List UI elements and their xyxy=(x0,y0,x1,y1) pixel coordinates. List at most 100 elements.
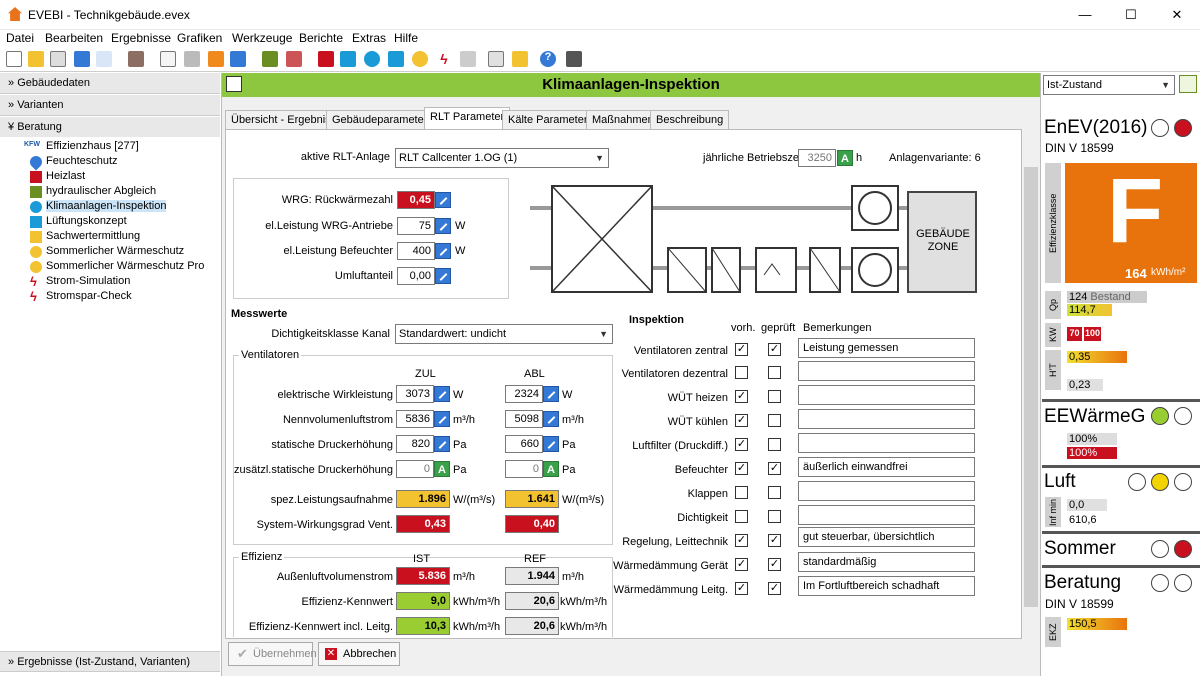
dena-icon[interactable] xyxy=(96,51,112,67)
lightning-icon[interactable]: ϟ xyxy=(436,51,452,67)
vorh-checkbox[interactable]: ✓ xyxy=(735,462,748,475)
edit-icon[interactable] xyxy=(434,386,450,402)
minimize-button[interactable]: — xyxy=(1062,0,1108,30)
remark-input[interactable]: Im Fortluftbereich schadhaft xyxy=(798,576,975,596)
gepr-checkbox[interactable]: ✓ xyxy=(768,534,781,547)
ladder-icon[interactable] xyxy=(286,51,302,67)
abl-input[interactable]: 5098 xyxy=(505,410,543,428)
chart-icon[interactable] xyxy=(512,51,528,67)
tree-item-feuchteschutz[interactable]: Feuchteschutz xyxy=(27,153,118,171)
remark-input[interactable] xyxy=(798,505,975,525)
tree-item-sommer-pro[interactable]: Sommerlicher Wärmeschutz Pro xyxy=(30,260,204,273)
gepr-checkbox[interactable]: ✓ xyxy=(768,582,781,595)
orange-arrow-icon[interactable] xyxy=(208,51,224,67)
vorh-checkbox[interactable]: ✓ xyxy=(735,390,748,403)
zul-input[interactable]: 5836 xyxy=(396,410,434,428)
calculator-icon[interactable] xyxy=(566,51,582,67)
menu-werkzeuge[interactable]: Werkzeuge xyxy=(232,31,292,45)
tab-massnahmen[interactable]: Maßnahmen xyxy=(586,110,660,129)
el-bef-input[interactable]: 400 xyxy=(397,242,435,260)
menu-hilfe[interactable]: Hilfe xyxy=(394,31,418,45)
scroll-thumb[interactable] xyxy=(1024,167,1038,607)
report-icon[interactable] xyxy=(160,51,176,67)
tree-item-sachwert[interactable]: Sachwertermittlung xyxy=(30,230,140,243)
umluft-input[interactable]: 0,00 xyxy=(397,267,435,285)
remark-input[interactable] xyxy=(798,481,975,501)
tree-item-strom-sim[interactable]: ϟ Strom-Simulation xyxy=(30,275,130,288)
sheet-icon[interactable] xyxy=(488,51,504,67)
wand-icon[interactable] xyxy=(128,51,144,67)
gepr-checkbox[interactable]: ✓ xyxy=(768,558,781,571)
gepr-checkbox[interactable] xyxy=(768,390,781,403)
auto-button[interactable]: A xyxy=(543,461,559,477)
house-icon[interactable] xyxy=(460,51,476,67)
menu-bearbeiten[interactable]: Bearbeiten xyxy=(45,31,103,45)
remark-input[interactable]: gut steuerbar, übersichtlich xyxy=(798,527,975,547)
remark-input[interactable]: äußerlich einwandfrei xyxy=(798,457,975,477)
apply-button[interactable]: ✔ Übernehmen xyxy=(228,642,317,666)
zul-input[interactable]: 820 xyxy=(396,435,434,453)
edit-icon[interactable] xyxy=(435,192,451,208)
menu-grafiken[interactable]: Grafiken xyxy=(177,31,222,45)
cancel-button[interactable]: ✕ Abbrechen xyxy=(318,642,400,666)
vorh-checkbox[interactable]: ✓ xyxy=(735,438,748,451)
tree-item-abgleich[interactable]: hydraulischer Abgleich xyxy=(30,185,156,198)
auto-button[interactable]: A xyxy=(837,150,853,166)
edit-icon[interactable] xyxy=(435,243,451,259)
state-select[interactable]: Ist-Zustand ▼ xyxy=(1043,75,1175,95)
edit-icon[interactable] xyxy=(543,386,559,402)
el-wrg-input[interactable]: 75 xyxy=(397,217,435,235)
gepr-checkbox[interactable] xyxy=(768,438,781,451)
open-folder-icon[interactable] xyxy=(28,51,44,67)
gepr-checkbox[interactable] xyxy=(768,510,781,523)
edit-icon[interactable] xyxy=(434,436,450,452)
maximize-button[interactable]: ☐ xyxy=(1108,0,1154,30)
tab-beschreibung[interactable]: Beschreibung xyxy=(650,110,730,129)
gepr-checkbox[interactable] xyxy=(768,366,781,379)
gepr-checkbox[interactable]: ✓ xyxy=(768,343,781,356)
dicht-select[interactable]: Standardwert: undicht ▼ xyxy=(395,324,613,344)
new-file-icon[interactable] xyxy=(6,51,22,67)
heat-icon[interactable] xyxy=(318,51,334,67)
document-icon[interactable] xyxy=(184,51,200,67)
remark-input[interactable] xyxy=(798,361,975,381)
tab-rlt-parameter[interactable]: RLT Parameter xyxy=(424,107,511,130)
menu-extras[interactable]: Extras xyxy=(352,31,386,45)
ventilation-icon[interactable] xyxy=(388,51,404,67)
vorh-checkbox[interactable] xyxy=(735,510,748,523)
tree-item-heizlast[interactable]: Heizlast xyxy=(30,170,85,183)
vorh-checkbox[interactable]: ✓ xyxy=(735,582,748,595)
remark-input[interactable] xyxy=(798,433,975,453)
vertical-scrollbar[interactable] xyxy=(1022,97,1040,639)
tab-uebersicht[interactable]: Übersicht - Ergebnis xyxy=(225,110,337,129)
abl-input[interactable]: 660 xyxy=(505,435,543,453)
tab-kaelte-parameter[interactable]: Kälte Parameter xyxy=(502,110,594,129)
remark-input[interactable]: standardmäßig xyxy=(798,552,975,572)
sun-icon[interactable] xyxy=(412,51,428,67)
tree-item-lueftung[interactable]: Lüftungskonzept xyxy=(30,215,127,228)
edit-icon[interactable] xyxy=(543,411,559,427)
tree-item-stromspar[interactable]: ϟ Stromspar-Check xyxy=(30,290,132,303)
gepr-checkbox[interactable] xyxy=(768,486,781,499)
export-icon[interactable] xyxy=(74,51,90,67)
vorh-checkbox[interactable]: ✓ xyxy=(735,534,748,547)
abl-input[interactable]: 0 xyxy=(505,460,543,478)
edit-icon[interactable] xyxy=(543,436,559,452)
tree-item-sommer[interactable]: Sommerlicher Wärmeschutz xyxy=(30,245,184,258)
auto-button[interactable]: A xyxy=(434,461,450,477)
close-button[interactable]: ✕ xyxy=(1154,0,1200,30)
menu-berichte[interactable]: Berichte xyxy=(299,31,343,45)
vorh-checkbox[interactable]: ✓ xyxy=(735,558,748,571)
trend-icon[interactable] xyxy=(1179,75,1197,93)
inspection-icon[interactable] xyxy=(364,51,380,67)
vorh-checkbox[interactable]: ✓ xyxy=(735,343,748,356)
remark-input[interactable] xyxy=(798,409,975,429)
section-beratung[interactable]: ¥ Beratung xyxy=(0,117,220,138)
remark-input[interactable]: Leistung gemessen xyxy=(798,338,975,358)
menu-ergebnisse[interactable]: Ergebnisse xyxy=(111,31,171,45)
edit-icon[interactable] xyxy=(435,218,451,234)
help-icon[interactable]: ? xyxy=(540,51,556,67)
active-rlt-select[interactable]: RLT Callcenter 1.OG (1) ▼ xyxy=(395,148,609,168)
menu-datei[interactable]: Datei xyxy=(6,31,34,45)
vorh-checkbox[interactable]: ✓ xyxy=(735,414,748,427)
